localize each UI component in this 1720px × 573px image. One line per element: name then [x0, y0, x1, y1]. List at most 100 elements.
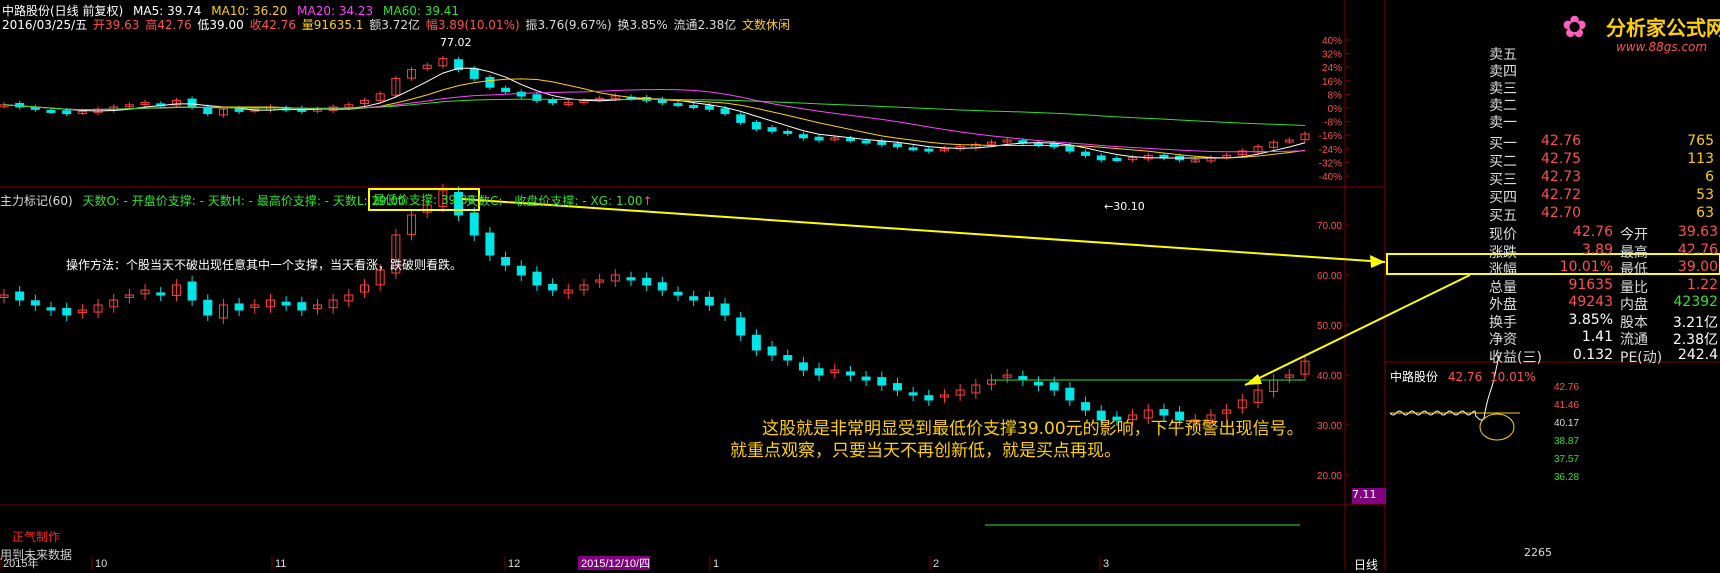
vol-value: 量91635.1 [301, 18, 364, 32]
candle-body [704, 105, 714, 110]
news-link[interactable]: 文数休闲 [742, 18, 790, 32]
pct-tick: 40% [1322, 36, 1342, 47]
mini-highlight [1479, 413, 1515, 441]
days-c: 天数C: - [466, 194, 511, 208]
stat-row: 收益(三) 0.132 PE(动) 242.4 [1489, 346, 1718, 366]
arrow-head [1370, 255, 1385, 268]
month-label: 10 [95, 558, 107, 570]
mini-tick: 36.28 [1554, 472, 1579, 483]
candle-body [548, 99, 558, 104]
high-support: 最高价支撑: - [256, 194, 330, 208]
candle-body-lower [1034, 381, 1044, 386]
author-label: 正气制作 [12, 530, 61, 544]
pct-tick: 24% [1322, 63, 1342, 74]
candle-body [767, 127, 777, 132]
candle-body [845, 138, 855, 142]
candle-body-lower [469, 212, 479, 236]
candle-body-lower [689, 296, 699, 301]
future-data-label: 用到未来数据 [0, 548, 73, 562]
xg-value: XG: 1.00 [590, 194, 643, 208]
candle-body [814, 136, 824, 141]
pct-tick: -8% [1324, 118, 1342, 129]
candle-body [485, 77, 495, 88]
ma5-line [3, 67, 1306, 159]
mini-tick: 38.87 [1554, 436, 1579, 447]
candle-body [736, 114, 746, 123]
buy-row: 买五 42.70 63 [1489, 205, 1714, 224]
mini-tick: 40.17 [1554, 418, 1579, 429]
candle-body-lower [642, 277, 652, 286]
candle-body-lower [892, 383, 902, 391]
candle-body [1034, 142, 1044, 146]
pct-tick: -24% [1319, 145, 1342, 156]
candle-body [798, 134, 808, 139]
trough-label: ←30.10 [1104, 200, 1145, 213]
candle-body [689, 105, 699, 109]
mini-tick: 42.76 [1554, 382, 1579, 393]
mini-vol: 2265 [1524, 546, 1552, 559]
pct-tick: 0% [1328, 104, 1343, 115]
amplitude-value: 振3.76(9.67%) [525, 18, 612, 32]
candle-body-lower [924, 395, 934, 401]
mini-tick: 37.57 [1554, 454, 1579, 465]
sell-row: 卖一 [1489, 115, 1517, 131]
candle-body-lower [736, 317, 746, 336]
header-line-2: 2016/03/25/五 开39.63 高42.76 低39.00 收42.76… [2, 16, 796, 33]
logo-title: 分析家公式网 [1606, 16, 1720, 40]
candle-body-lower [626, 277, 636, 281]
month-label: 12 [508, 558, 520, 570]
ma60-line [3, 98, 1306, 126]
mini-tick: 41.46 [1554, 400, 1579, 411]
candle-body [469, 68, 479, 79]
candle-body-lower [532, 271, 542, 286]
candle-body-lower [297, 302, 307, 311]
candle-body [861, 140, 871, 144]
buy-row: 买四 42.72 53 [1489, 187, 1714, 206]
month-label: 3 [1103, 558, 1109, 570]
candle-body [501, 87, 511, 93]
candle-body-lower [783, 355, 793, 361]
candle-body-lower [704, 296, 714, 306]
buy-row: 买三 42.73 6 [1489, 169, 1714, 188]
date-label: 2016/03/25/五 [2, 18, 88, 32]
candle-body-lower [203, 299, 213, 316]
tab-daily[interactable]: 日线 [1354, 556, 1378, 573]
candle-body-lower [845, 371, 855, 376]
buy-row: 买二 42.75 113 [1489, 151, 1714, 170]
pct-tick: -16% [1319, 131, 1342, 142]
price-tick: 20.00 [1317, 471, 1342, 482]
candle-body [1065, 145, 1075, 152]
days-o: 天数O: - [82, 194, 128, 208]
open-support: 开盘价支撑: - [131, 194, 204, 208]
pct-tick: -32% [1319, 158, 1342, 169]
candle-body-lower [767, 346, 777, 356]
candle-body-lower [1049, 382, 1059, 391]
low-value: 低39.00 [197, 18, 244, 32]
candle-body-lower [877, 377, 887, 386]
kline-chart: 40% 32% 24% 16% 8% 0% -8% -16% -24% -32% -40% 70.00… [0, 0, 1720, 570]
candle-body-lower [814, 368, 824, 376]
candle-body [908, 147, 918, 151]
candle-body [1081, 151, 1091, 156]
candle-body [783, 130, 793, 134]
low-support: 最低价支撑: 39.00 [373, 193, 476, 207]
candle-body [892, 143, 902, 148]
price-tick: 30.00 [1317, 421, 1342, 432]
low-support-box: 最低价支撑: 39.00 [368, 188, 481, 211]
buy-row: 买一 42.76 765 [1489, 133, 1714, 152]
candle-body-lower [501, 257, 511, 266]
candle-body [924, 148, 934, 152]
method-note: 操作方法：个股当天不破出现任意其中一个支撑，当天看涨，跌破则看跌。 [66, 258, 463, 272]
candle-body-lower [657, 282, 667, 291]
candle-body-lower [1018, 376, 1028, 381]
candle-body-lower [908, 392, 918, 396]
mini-title: 中路股份 42.76 10.01% [1390, 370, 1536, 384]
price-tick: 70.00 [1317, 221, 1342, 232]
pct-tick: -40% [1319, 172, 1342, 183]
turnover-value: 换3.85% [617, 18, 668, 32]
candle-body [1112, 158, 1122, 162]
candle-body-lower [1081, 402, 1091, 411]
indicator-tail: 天数C: - 收盘价支撑: - XG: 1.00↑ [466, 194, 653, 208]
candle-body-lower [187, 281, 197, 301]
change-value: 幅3.89(10.01%) [425, 18, 520, 32]
